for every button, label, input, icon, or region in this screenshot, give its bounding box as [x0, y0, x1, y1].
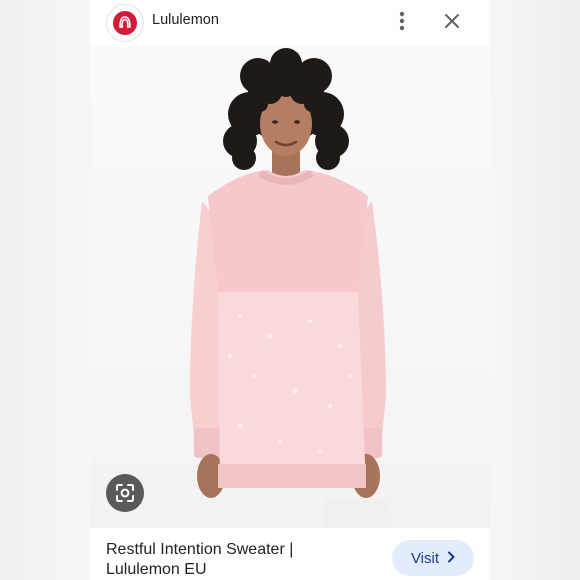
- more-vert-icon[interactable]: [390, 8, 414, 34]
- product-photo[interactable]: [90, 46, 490, 528]
- product-title-line2: Lululemon EU: [106, 561, 207, 578]
- panel-header: Lululemon: [90, 0, 490, 46]
- backdrop-right: [490, 0, 580, 580]
- chevron-right-icon: [447, 550, 455, 567]
- product-title[interactable]: Restful Intention Sweater | Lululemon EU: [106, 540, 366, 580]
- image-preview-panel: Lululemon Restful Intention Sweater | Lu…: [90, 0, 490, 580]
- product-title-line1: Restful Intention Sweater |: [106, 541, 294, 558]
- model-illustration: [190, 48, 390, 528]
- backdrop-left: [0, 0, 90, 580]
- visit-button[interactable]: Visit: [392, 540, 474, 576]
- close-icon[interactable]: [440, 8, 464, 34]
- visit-label: Visit: [410, 549, 440, 567]
- site-name[interactable]: Lululemon: [152, 12, 219, 28]
- google-lens-icon[interactable]: [106, 474, 144, 512]
- lululemon-logo-icon[interactable]: [106, 4, 144, 42]
- result-footer: Restful Intention Sweater | Lululemon EU…: [90, 528, 490, 580]
